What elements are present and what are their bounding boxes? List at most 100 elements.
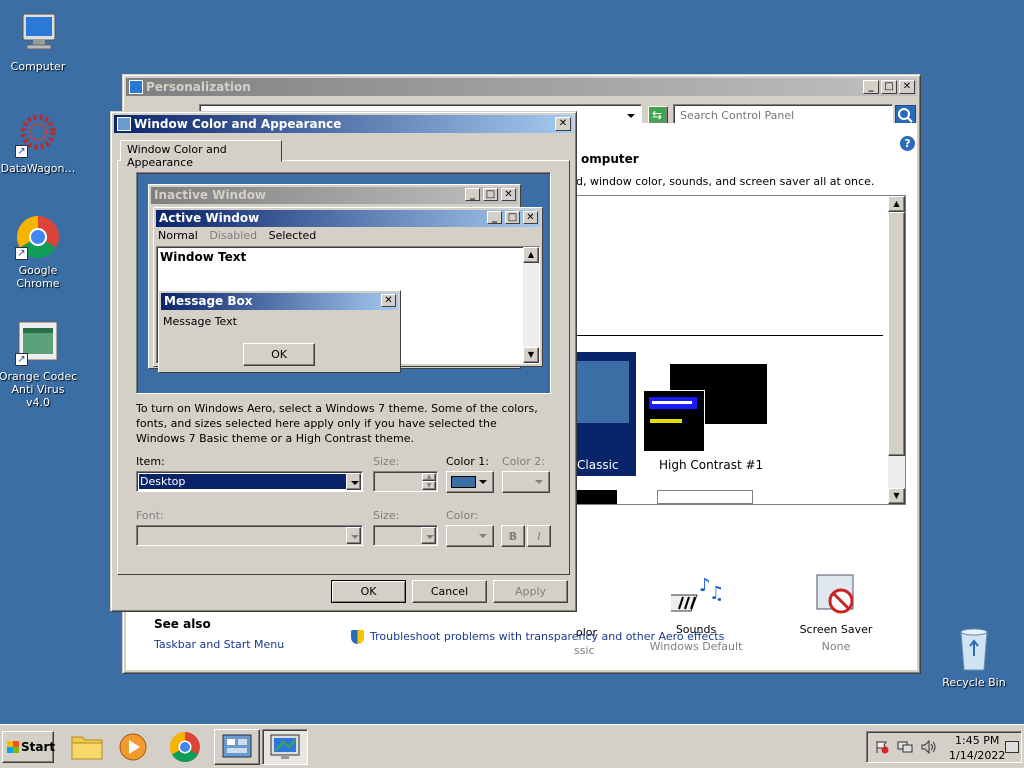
desktop-icon-recycle-bin[interactable]: Recycle Bin: [934, 626, 1014, 689]
help-icon[interactable]: ?: [900, 136, 915, 151]
preview-scrollbar: ▲ ▼: [523, 247, 539, 363]
scroll-down-button[interactable]: ▼: [888, 488, 905, 504]
start-button[interactable]: Start: [2, 731, 55, 763]
media-player-icon: [119, 733, 147, 761]
shortcut-arrow-icon: ↗: [15, 353, 28, 366]
chevron-down-icon[interactable]: [623, 107, 638, 124]
desktop-icon-antivirus[interactable]: ↗ Orange Codec Anti Virus v4.0: [0, 320, 78, 409]
preview-window-text: Window Text: [160, 250, 247, 264]
screen-saver-label: Screen Saver: [799, 623, 873, 636]
sounds-item[interactable]: ♪ ♫ Sounds Windows Default: [646, 573, 746, 659]
theme-divider: [567, 335, 883, 336]
screen-saver-icon: [816, 574, 854, 614]
window-color-sub: ssic: [574, 644, 595, 657]
maximize-button[interactable]: □: [881, 80, 897, 94]
volume-icon[interactable]: [921, 739, 937, 755]
italic-button: I: [527, 525, 551, 547]
show-desktop-icon[interactable]: [1005, 741, 1019, 753]
preview-maximize-icon: □: [505, 211, 520, 224]
tab-window-color[interactable]: Window Color and Appearance: [120, 140, 282, 169]
preview-msgbox-titlebar: Message Box ✕: [161, 293, 398, 310]
clock-date[interactable]: 1/14/2022: [949, 749, 1005, 762]
taskbar-personalization[interactable]: [262, 729, 308, 765]
aero-info-text: To turn on Windows Aero, select a Window…: [136, 402, 538, 445]
chevron-down-icon: [346, 527, 361, 544]
preview-menu-selected: Selected: [268, 229, 317, 242]
font-size-select: [373, 525, 438, 546]
screen-saver-item[interactable]: Screen Saver None: [786, 573, 886, 659]
chevron-down-icon[interactable]: [346, 473, 361, 490]
theme-label: Classic: [577, 458, 619, 472]
font-label: Font:: [136, 509, 164, 522]
preview-message-text: Message Text: [163, 315, 237, 328]
taskbar: Start 1:45 PM 1/14/2022: [0, 724, 1024, 768]
theme-list[interactable]: Classic High Contrast #1 ▲ ▼: [566, 195, 906, 505]
preview-inactive-title: Inactive Window: [154, 188, 267, 202]
scroll-thumb[interactable]: [888, 212, 905, 456]
dialog-titlebar[interactable]: Window Color and Appearance ✕: [114, 115, 573, 133]
theme-classic[interactable]: Classic: [567, 352, 636, 476]
taskbar-media-player[interactable]: [110, 729, 156, 765]
theme-list-scrollbar[interactable]: ▲ ▼: [888, 196, 905, 504]
control-panel-icon: [222, 734, 252, 758]
refresh-icon: ⇆: [652, 108, 663, 122]
preview-menu-disabled: Disabled: [209, 229, 258, 242]
desktop-icon-label: Google Chrome: [16, 264, 60, 290]
desktop-icon-datawagon[interactable]: ↗ DataWagon…: [0, 112, 78, 175]
color1-label: Color 1:: [446, 455, 489, 468]
sounds-icon: ♪ ♫: [671, 575, 721, 612]
taskbar-explorer[interactable]: [64, 729, 110, 765]
taskbar-control-panel[interactable]: [214, 729, 260, 765]
color2-label: Color 2:: [502, 455, 545, 468]
scroll-up-button[interactable]: ▲: [888, 196, 905, 212]
taskbar-start-menu-link[interactable]: Taskbar and Start Menu: [154, 638, 284, 651]
taskbar-chrome[interactable]: [162, 729, 208, 765]
personalization-title: Personalization: [146, 80, 251, 94]
recycle-bin-icon: [951, 626, 997, 672]
network-icon[interactable]: [897, 740, 913, 754]
page-description: d, window color, sounds, and screen save…: [576, 175, 875, 188]
color1-swatch: [451, 476, 476, 488]
color1-picker[interactable]: [446, 471, 494, 493]
refresh-button[interactable]: ⇆: [648, 106, 668, 124]
personalization-icon: [270, 734, 300, 759]
cancel-button[interactable]: Cancel: [412, 580, 487, 603]
datawagon-icon: ↗: [15, 112, 61, 158]
theme-high-contrast-1[interactable]: High Contrast #1: [643, 364, 773, 474]
preview-message-box: Message Box ✕ Message Text OK: [158, 290, 401, 373]
windows-logo-icon: [7, 741, 19, 753]
font-color-label: Color:: [446, 509, 479, 522]
desktop-icon-chrome[interactable]: ↗ Google Chrome: [0, 214, 78, 290]
clock-time[interactable]: 1:45 PM: [955, 734, 999, 747]
page-heading: omputer: [581, 152, 639, 166]
shield-icon: [351, 630, 364, 644]
item-size-stepper: ▲ ▼: [373, 471, 438, 492]
preview-close-icon: ✕: [501, 188, 516, 201]
preview-active-title: Active Window: [159, 211, 260, 225]
action-center-flag-icon[interactable]: [875, 740, 889, 754]
personalization-titlebar[interactable]: Personalization _ □ ✕: [126, 78, 917, 96]
desktop-icon-computer[interactable]: Computer: [0, 10, 78, 73]
theme-next-row-2: [657, 490, 753, 504]
font-color-picker: [446, 525, 494, 547]
chrome-icon: ↗: [15, 214, 61, 260]
preview-minimize-icon: _: [465, 188, 480, 201]
stepper-down-icon: ▼: [422, 481, 436, 490]
minimize-button[interactable]: _: [863, 80, 879, 94]
stepper-up-icon: ▲: [422, 473, 436, 481]
troubleshoot-link[interactable]: Troubleshoot problems with transparency …: [370, 630, 724, 643]
see-also-heading: See also: [154, 617, 211, 631]
shortcut-arrow-icon: ↗: [15, 145, 28, 158]
chrome-icon: [169, 732, 200, 763]
theme-label: High Contrast #1: [659, 458, 764, 472]
item-select-value: Desktop: [139, 474, 346, 489]
ok-button[interactable]: OK: [331, 580, 406, 603]
preview-menu-normal: Normal: [158, 229, 198, 242]
item-label: Item:: [136, 455, 165, 468]
preview-inactive-titlebar: Inactive Window _ □ ✕: [151, 187, 518, 204]
item-select[interactable]: Desktop: [136, 471, 363, 492]
dialog-close-button[interactable]: ✕: [555, 117, 571, 131]
size-label: Size:: [373, 455, 400, 468]
preview-active-titlebar: Active Window _ □ ✕: [156, 210, 540, 227]
close-button[interactable]: ✕: [899, 80, 915, 94]
